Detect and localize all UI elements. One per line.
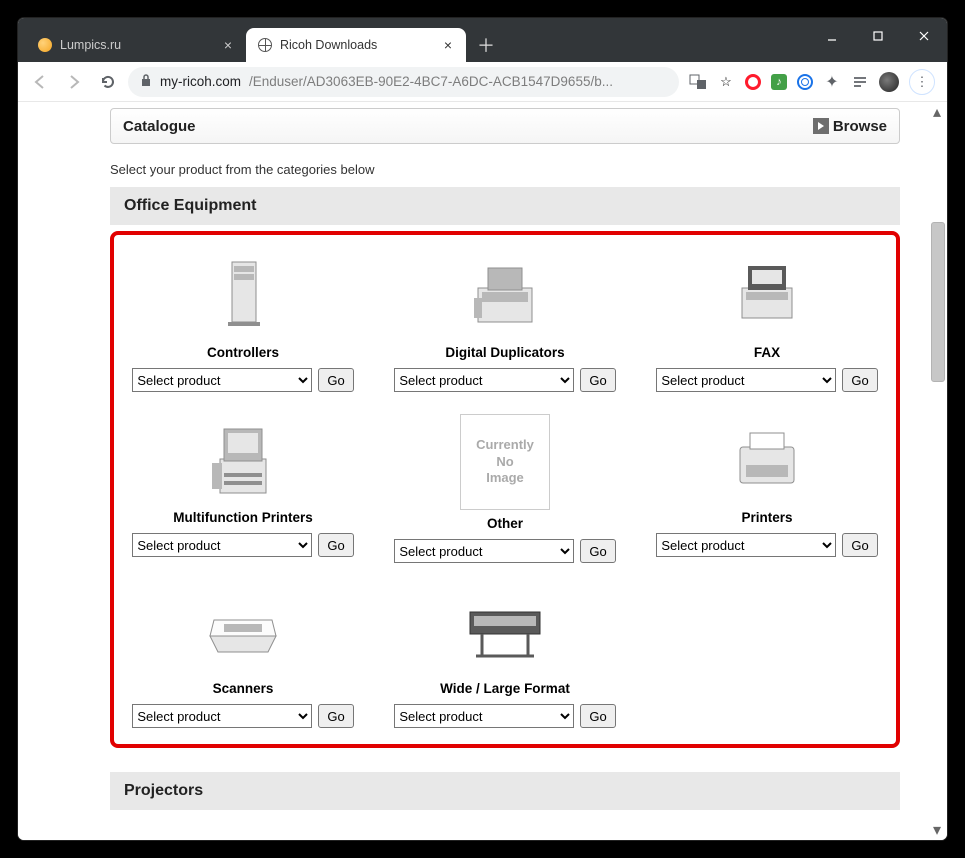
music-extension-icon[interactable]: ♪ (771, 74, 787, 90)
category-cell: Scanners Select productGo (120, 585, 366, 728)
go-button[interactable]: Go (580, 704, 615, 728)
scroll-up-button[interactable]: ▴ (929, 104, 945, 120)
category-label: Wide / Large Format (440, 681, 570, 696)
category-cell: Multifunction Printers Select productGo (120, 414, 366, 563)
go-button[interactable]: Go (842, 368, 877, 392)
category-label: FAX (754, 345, 780, 360)
select-row: Select productGo (394, 368, 615, 392)
category-label: Other (487, 516, 523, 531)
product-select[interactable]: Select product (132, 533, 312, 557)
favicon-lumpics (38, 38, 52, 52)
titlebar: Lumpics.ru × Ricoh Downloads × ＋ (18, 18, 947, 62)
url-field[interactable]: my-ricoh.com/Enduser/AD3063EB-90E2-4BC7-… (128, 67, 679, 97)
toolbar-icons: ☆ ♪ ✦ ⋮ (685, 69, 939, 95)
category-label: Digital Duplicators (445, 345, 564, 360)
category-label: Multifunction Printers (173, 510, 313, 525)
go-button[interactable]: Go (580, 539, 615, 563)
category-cell: Wide / Large Format Select productGo (382, 585, 628, 728)
address-bar: my-ricoh.com/Enduser/AD3063EB-90E2-4BC7-… (18, 62, 947, 102)
minimize-button[interactable] (809, 18, 855, 54)
category-image (183, 585, 303, 675)
tab-lumpics[interactable]: Lumpics.ru × (26, 28, 246, 62)
category-cell: Digital Duplicators Select productGo (382, 249, 628, 392)
select-row: Select productGo (132, 704, 353, 728)
product-select[interactable]: Select product (132, 368, 312, 392)
category-label: Controllers (207, 345, 279, 360)
category-image (445, 585, 565, 675)
reading-list-icon[interactable] (851, 73, 869, 91)
globe-extension-icon[interactable] (797, 74, 813, 90)
product-select[interactable]: Select product (394, 704, 574, 728)
extensions-icon[interactable]: ✦ (823, 73, 841, 91)
category-label: Scanners (213, 681, 274, 696)
go-button[interactable]: Go (842, 533, 877, 557)
url-path: /Enduser/AD3063EB-90E2-4BC7-A6DC-ACB1547… (249, 74, 613, 89)
page-viewport: ▴ ▾ Catalogue Browse Select your product… (18, 102, 947, 840)
browse-label: Browse (833, 118, 887, 135)
category-image (183, 249, 303, 339)
go-button[interactable]: Go (318, 368, 353, 392)
product-select[interactable]: Select product (132, 704, 312, 728)
go-button[interactable]: Go (318, 704, 353, 728)
category-cell: FAX Select productGo (644, 249, 890, 392)
catalogue-title: Catalogue (123, 118, 196, 135)
section-projectors: Projectors (110, 772, 900, 810)
tab-ricoh-downloads[interactable]: Ricoh Downloads × (246, 28, 466, 62)
select-row: Select productGo (656, 533, 877, 557)
category-image (183, 414, 303, 504)
go-button[interactable]: Go (318, 533, 353, 557)
category-cell: Controllers Select productGo (120, 249, 366, 392)
close-tab-icon[interactable]: × (442, 37, 454, 53)
scroll-down-button[interactable]: ▾ (929, 822, 945, 838)
select-row: Select productGo (132, 533, 353, 557)
maximize-button[interactable] (855, 18, 901, 54)
play-icon (813, 118, 829, 134)
select-row: Select productGo (132, 368, 353, 392)
close-tab-icon[interactable]: × (222, 37, 234, 53)
go-button[interactable]: Go (580, 368, 615, 392)
translate-icon[interactable] (689, 73, 707, 91)
tab-strip: Lumpics.ru × Ricoh Downloads × ＋ (18, 26, 500, 62)
category-image (707, 414, 827, 504)
tab-title: Lumpics.ru (60, 38, 121, 52)
new-tab-button[interactable]: ＋ (472, 31, 500, 59)
browser-window: Lumpics.ru × Ricoh Downloads × ＋ my-rico… (18, 18, 947, 840)
forward-button[interactable] (60, 68, 88, 96)
highlighted-region: ControllersSelect productGoDigital Dupli… (110, 231, 900, 748)
category-label: Printers (741, 510, 792, 525)
category-image (445, 249, 565, 339)
kebab-menu-icon[interactable]: ⋮ (909, 69, 935, 95)
lock-icon (140, 73, 152, 90)
product-select[interactable]: Select product (656, 368, 836, 392)
reload-button[interactable] (94, 68, 122, 96)
browse-button[interactable]: Browse (813, 118, 887, 135)
category-cell: Printers Select productGo (644, 414, 890, 563)
back-button[interactable] (26, 68, 54, 96)
profile-avatar[interactable] (879, 72, 899, 92)
category-image (707, 249, 827, 339)
tab-title: Ricoh Downloads (280, 38, 377, 52)
instruction-text: Select your product from the categories … (110, 162, 900, 177)
select-row: Select productGo (656, 368, 877, 392)
category-cell: CurrentlyNoImage Other Select productGo (382, 414, 628, 563)
select-row: Select productGo (394, 539, 615, 563)
product-select[interactable]: Select product (656, 533, 836, 557)
favicon-globe-icon (258, 38, 272, 52)
catalogue-bar: Catalogue Browse (110, 108, 900, 144)
window-controls (809, 18, 947, 54)
section-office-equipment: Office Equipment (110, 187, 900, 225)
no-image-placeholder: CurrentlyNoImage (460, 414, 550, 510)
select-row: Select productGo (394, 704, 615, 728)
url-host: my-ricoh.com (160, 74, 241, 89)
product-select[interactable]: Select product (394, 539, 574, 563)
close-window-button[interactable] (901, 18, 947, 54)
product-select[interactable]: Select product (394, 368, 574, 392)
opera-extension-icon[interactable] (745, 74, 761, 90)
scrollbar-thumb[interactable] (931, 222, 945, 382)
star-icon[interactable]: ☆ (717, 73, 735, 91)
